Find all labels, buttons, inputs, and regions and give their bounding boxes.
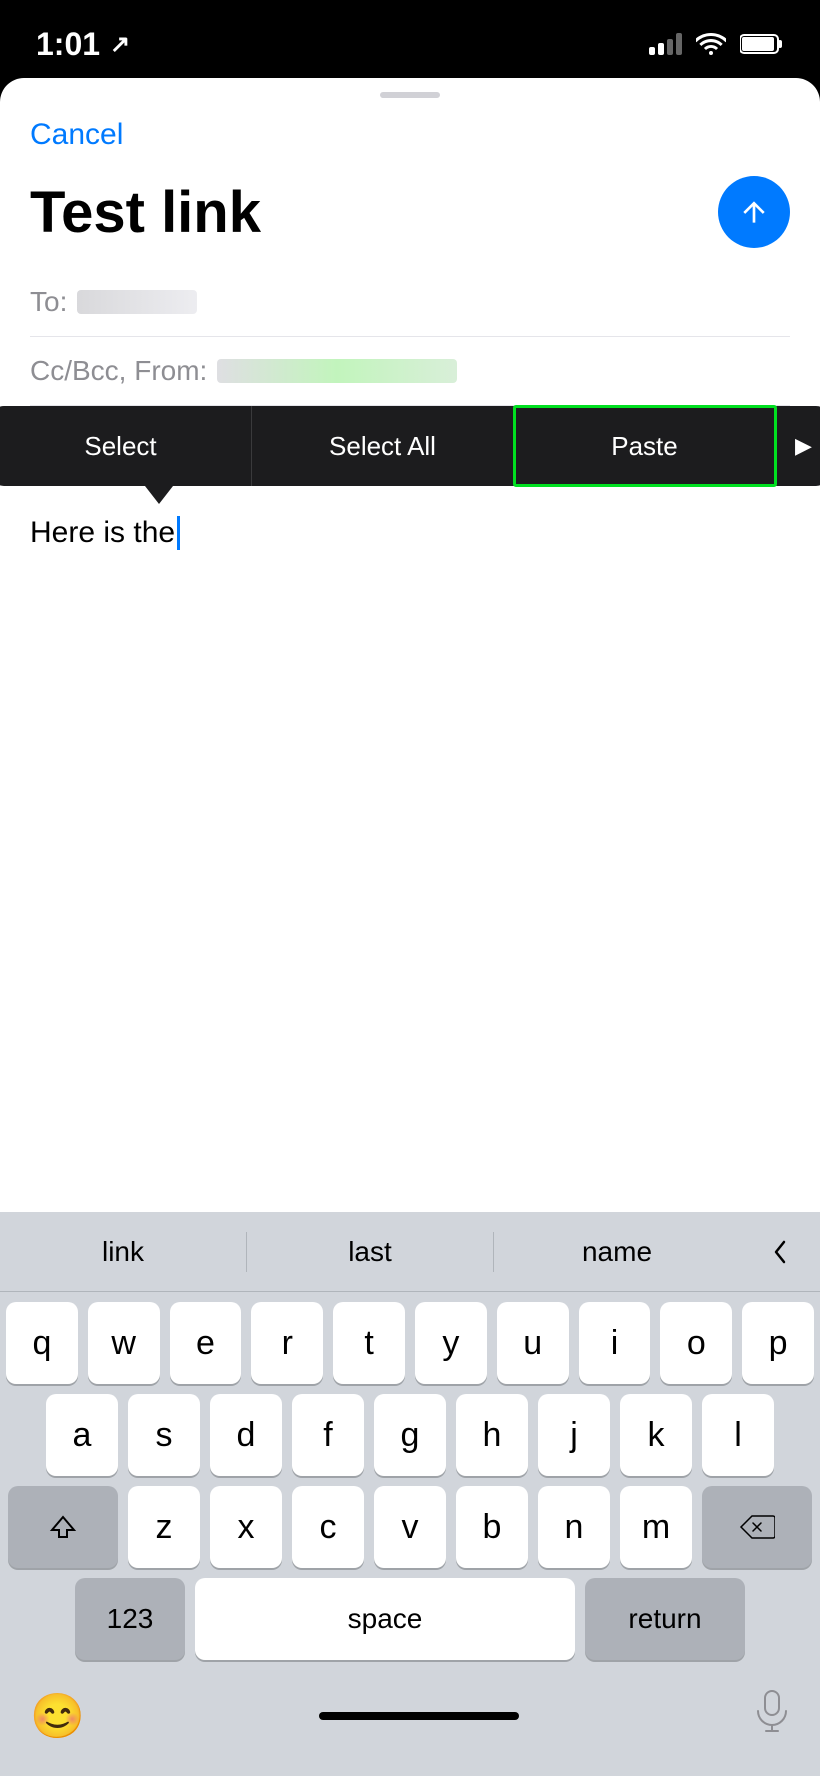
cc-bcc-field-row[interactable]: Cc/Bcc, From: <box>30 337 790 406</box>
key-d[interactable]: d <box>210 1394 282 1476</box>
key-row-3: z x c v b n m <box>6 1486 814 1568</box>
email-body[interactable]: Here is the <box>0 486 820 580</box>
key-row-4: 123 space return <box>6 1578 814 1660</box>
key-m[interactable]: m <box>620 1486 692 1568</box>
key-v[interactable]: v <box>374 1486 446 1568</box>
predictive-item-0[interactable]: link <box>0 1212 246 1291</box>
location-icon: ↗ <box>110 30 130 59</box>
body-text: Here is the <box>30 516 175 550</box>
cancel-button[interactable]: Cancel <box>30 98 790 162</box>
status-bar: 1:01 ↗ <box>0 0 820 88</box>
predictive-item-1[interactable]: last <box>247 1212 493 1291</box>
status-time: 1:01 ↗ <box>36 26 130 63</box>
to-label: To: <box>30 286 67 318</box>
keyboard-bottom: 😊 <box>0 1676 820 1776</box>
space-key[interactable]: space <box>195 1578 575 1660</box>
context-menu-wrapper: Select Select All Paste ▶ <box>0 406 820 486</box>
key-l[interactable]: l <box>702 1394 774 1476</box>
to-value <box>77 290 197 314</box>
key-c[interactable]: c <box>292 1486 364 1568</box>
keyboard-rows: q w e r t y u i o p a s d f g h j k <box>0 1292 820 1676</box>
context-menu-arrow <box>145 486 173 504</box>
email-title-row: Test link <box>30 162 790 268</box>
key-w[interactable]: w <box>88 1302 160 1384</box>
microphone-button[interactable] <box>754 1689 790 1743</box>
predictive-back-button[interactable] <box>740 1236 820 1268</box>
signal-icon <box>649 33 682 55</box>
key-p[interactable]: p <box>742 1302 814 1384</box>
cc-bcc-label: Cc/Bcc, From: <box>30 355 207 387</box>
wifi-icon <box>696 33 726 55</box>
key-o[interactable]: o <box>660 1302 732 1384</box>
send-arrow-icon <box>738 196 770 228</box>
email-subject: Test link <box>30 179 261 246</box>
key-t[interactable]: t <box>333 1302 405 1384</box>
key-q[interactable]: q <box>6 1302 78 1384</box>
key-f[interactable]: f <box>292 1394 364 1476</box>
select-all-button[interactable]: Select All <box>252 406 514 486</box>
paste-button[interactable]: Paste <box>514 406 776 486</box>
key-row-2: a s d f g h j k l <box>6 1394 814 1476</box>
key-x[interactable]: x <box>210 1486 282 1568</box>
key-s[interactable]: s <box>128 1394 200 1476</box>
key-i[interactable]: i <box>579 1302 651 1384</box>
shift-key[interactable] <box>8 1486 118 1568</box>
key-z[interactable]: z <box>128 1486 200 1568</box>
key-h[interactable]: h <box>456 1394 528 1476</box>
delete-key[interactable] <box>702 1486 812 1568</box>
key-a[interactable]: a <box>46 1394 118 1476</box>
emoji-button[interactable]: 😊 <box>30 1690 85 1742</box>
key-n[interactable]: n <box>538 1486 610 1568</box>
key-row-1: q w e r t y u i o p <box>6 1302 814 1384</box>
key-r[interactable]: r <box>251 1302 323 1384</box>
key-b[interactable]: b <box>456 1486 528 1568</box>
key-y[interactable]: y <box>415 1302 487 1384</box>
num-key[interactable]: 123 <box>75 1578 185 1660</box>
context-menu: Select Select All Paste ▶ <box>0 406 820 486</box>
text-cursor <box>177 516 180 550</box>
time-display: 1:01 <box>36 26 100 63</box>
key-j[interactable]: j <box>538 1394 610 1476</box>
keyboard: link last name q w e r t y u i <box>0 1212 820 1776</box>
select-button[interactable]: Select <box>0 406 252 486</box>
battery-icon <box>740 33 784 55</box>
home-indicator <box>319 1712 519 1720</box>
predictive-bar: link last name <box>0 1212 820 1292</box>
predictive-item-2[interactable]: name <box>494 1212 740 1291</box>
more-button[interactable]: ▶ <box>776 406 820 486</box>
key-g[interactable]: g <box>374 1394 446 1476</box>
from-value <box>217 359 457 383</box>
key-e[interactable]: e <box>170 1302 242 1384</box>
send-button[interactable] <box>718 176 790 248</box>
compose-area: Cancel Test link To: Cc/Bcc, From: <box>0 98 820 406</box>
key-k[interactable]: k <box>620 1394 692 1476</box>
return-key[interactable]: return <box>585 1578 745 1660</box>
compose-sheet: Cancel Test link To: Cc/Bcc, From: Selec… <box>0 78 820 1776</box>
key-u[interactable]: u <box>497 1302 569 1384</box>
status-icons <box>649 33 784 55</box>
to-field-row[interactable]: To: <box>30 268 790 337</box>
